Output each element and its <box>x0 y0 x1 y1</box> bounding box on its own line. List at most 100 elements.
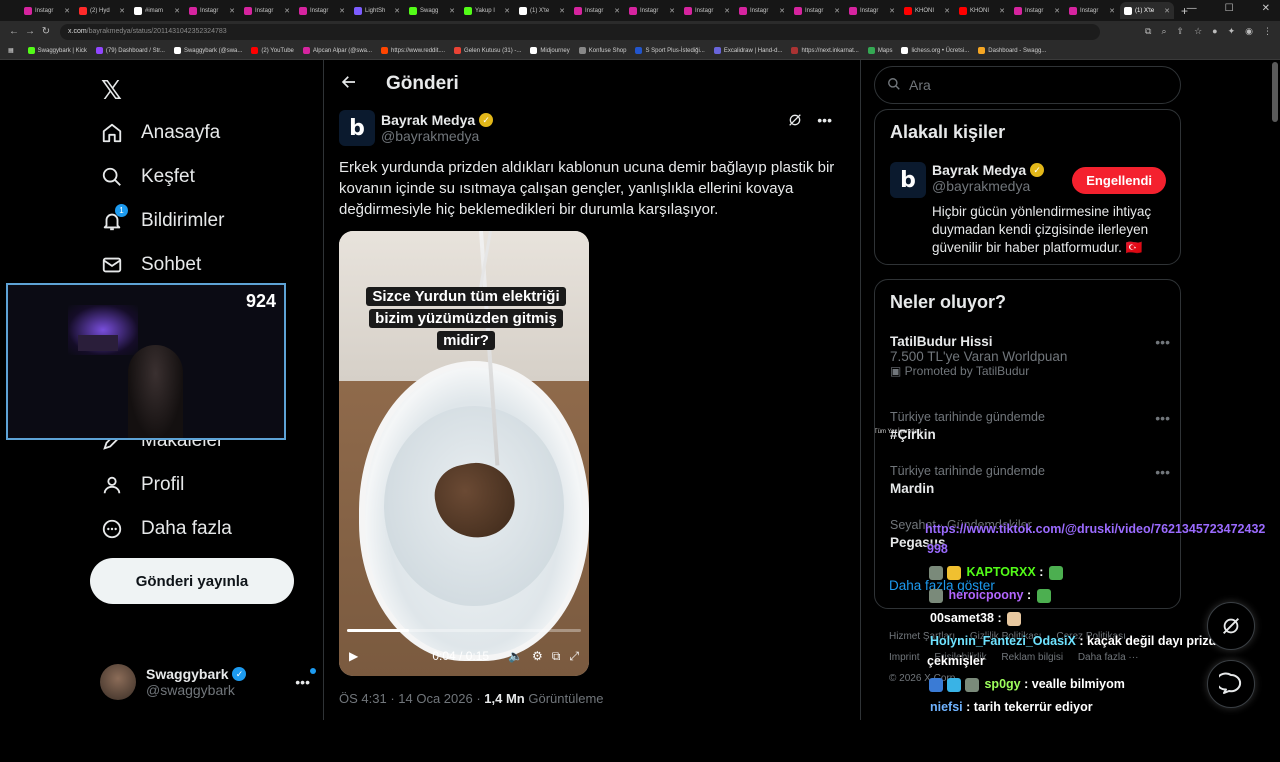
blocked-button[interactable]: Engellendi <box>1072 167 1166 194</box>
bookmark-item[interactable]: Swaggybark (@swa... <box>173 47 242 54</box>
close-window-icon[interactable]: ✕ <box>1262 3 1270 14</box>
page-scrollbar[interactable] <box>1272 62 1278 122</box>
browser-tab[interactable]: Yakup I ✕ <box>460 2 514 19</box>
author-avatar[interactable]: b <box>339 110 375 146</box>
minimize-icon[interactable]: — <box>1187 3 1197 14</box>
grok-fab[interactable] <box>1207 602 1255 650</box>
footer-link[interactable]: Imprint <box>889 652 920 663</box>
bookmark-star-icon[interactable]: ☆ <box>1194 26 1202 37</box>
post-button[interactable]: Gönderi yayınla <box>90 558 294 604</box>
browser-tab[interactable]: KHONI ✕ <box>955 2 1009 19</box>
trend-item[interactable]: Türkiye tarihinde gündemde #Çirkin ••• <box>890 410 1170 442</box>
related-avatar[interactable]: b <box>890 162 926 198</box>
post-author[interactable]: b Bayrak Medya ✓ @bayrakmedya <box>339 110 494 146</box>
tab-close-icon[interactable]: ✕ <box>284 7 290 15</box>
maximize-icon[interactable]: ☐ <box>1225 3 1234 14</box>
chat-username[interactable]: Holynin_Fantezi_OdasiX <box>930 634 1076 648</box>
tab-close-icon[interactable]: ✕ <box>669 7 675 15</box>
tab-close-icon[interactable]: ✕ <box>394 7 400 15</box>
more-dots-icon[interactable]: ••• <box>1155 334 1170 350</box>
browser-tab[interactable]: Instagr ✕ <box>185 2 239 19</box>
tab-close-icon[interactable]: ✕ <box>1164 7 1170 15</box>
bookmark-item[interactable]: Gelen Kutusu (31) -... <box>454 47 521 54</box>
fullscreen-icon[interactable]: ⤢ <box>569 649 579 664</box>
nav-item-more[interactable]: Daha fazla <box>100 514 232 544</box>
share-icon[interactable]: ⇪ <box>1177 26 1185 37</box>
bookmark-item[interactable]: S Sport Plus-İstediği... <box>635 47 705 54</box>
tab-close-icon[interactable]: ✕ <box>119 7 125 15</box>
chat-username[interactable]: KAPTORXX <box>966 565 1035 579</box>
browser-tab[interactable]: KHONI ✕ <box>900 2 954 19</box>
browser-tab[interactable]: Instagr ✕ <box>295 2 349 19</box>
post-time[interactable]: ÖS 4:31 <box>339 691 387 706</box>
bookmark-item[interactable]: lichess.org • Ücretsi... <box>901 47 969 54</box>
video-progress-bar[interactable] <box>347 629 581 632</box>
chat-username[interactable]: sp0gy <box>984 677 1020 691</box>
back-nav-icon[interactable]: ← <box>6 26 22 37</box>
browser-tab[interactable]: LightSh ✕ <box>350 2 404 19</box>
bookmark-item[interactable]: Midjourney <box>530 47 570 54</box>
tab-close-icon[interactable]: ✕ <box>1109 7 1115 15</box>
trend-item[interactable]: Türkiye tarihinde gündemde Mardin ••• <box>890 464 1170 496</box>
browser-tab[interactable]: (2) Hyd ✕ <box>75 2 129 19</box>
tab-close-icon[interactable]: ✕ <box>944 7 950 15</box>
chat-username[interactable]: 00samet38 <box>930 611 994 625</box>
browser-tab[interactable]: (1) X'te ✕ <box>1120 2 1174 19</box>
tab-close-icon[interactable]: ✕ <box>889 7 895 15</box>
forward-nav-icon[interactable]: → <box>22 26 38 37</box>
tab-close-icon[interactable]: ✕ <box>64 7 70 15</box>
browser-tab[interactable]: Instagr ✕ <box>735 2 789 19</box>
more-dots-icon[interactable]: ••• <box>295 668 316 690</box>
tab-close-icon[interactable]: ✕ <box>724 7 730 15</box>
tab-close-icon[interactable]: ✕ <box>834 7 840 15</box>
browser-tab[interactable]: (1) X'te ✕ <box>515 2 569 19</box>
install-icon[interactable]: ⧉ <box>1145 26 1151 37</box>
profile-icon[interactable]: ◉ <box>1245 26 1253 37</box>
tab-close-icon[interactable]: ✕ <box>614 7 620 15</box>
account-switcher[interactable]: Swaggybark ✓ @swaggybark ••• <box>100 660 316 704</box>
browser-tab[interactable]: Instagr ✕ <box>625 2 679 19</box>
extension-icon[interactable]: ● <box>1212 26 1217 37</box>
more-dots-icon[interactable]: ••• <box>817 112 832 131</box>
pip-icon[interactable]: ⧉ <box>552 649 561 664</box>
bookmark-item[interactable]: Konfuse Shop <box>578 47 626 54</box>
bookmark-item[interactable]: (79) Dashboard / Str... <box>95 47 165 54</box>
bookmark-item[interactable]: (2) YouTube <box>251 47 294 54</box>
x-logo-icon[interactable]: 𝕏 <box>101 76 122 106</box>
browser-tab[interactable]: Swagg ✕ <box>405 2 459 19</box>
bookmark-item[interactable]: https://next.inkarnat... <box>791 47 859 54</box>
tab-close-icon[interactable]: ✕ <box>339 7 345 15</box>
chat-fab[interactable] <box>1207 660 1255 708</box>
tab-close-icon[interactable]: ✕ <box>1054 7 1060 15</box>
browser-tab[interactable]: Instagr ✕ <box>845 2 899 19</box>
settings-gear-icon[interactable]: ⚙ <box>532 649 543 663</box>
back-arrow-icon[interactable] <box>340 73 360 96</box>
browser-tab[interactable]: Instagr ✕ <box>20 2 74 19</box>
reload-icon[interactable]: ↻ <box>38 26 54 37</box>
related-user[interactable]: b Bayrak Medya ✓ @bayrakmedya <box>890 162 1045 198</box>
trend-item[interactable]: TatilBudur Hissi 7.500 TL'ye Varan World… <box>890 334 1170 378</box>
tab-close-icon[interactable]: ✕ <box>449 7 455 15</box>
video-player[interactable]: Sizce Yurdun tüm elektriği bizim yüzümüz… <box>339 231 589 676</box>
chat-username[interactable]: niefsi <box>930 700 963 714</box>
browser-tab[interactable]: Instagr ✕ <box>1010 2 1064 19</box>
bookmark-item[interactable]: Alpcan Alpar (@swa... <box>302 47 372 54</box>
nav-item-home[interactable]: Anasayfa <box>100 118 220 148</box>
nav-item-explore[interactable]: Keşfet <box>100 162 195 192</box>
nav-item-notifications[interactable]: 1 Bildirimler <box>100 204 224 236</box>
nav-item-messages[interactable]: Sohbet <box>100 250 201 280</box>
tab-close-icon[interactable]: ✕ <box>504 7 510 15</box>
more-dots-icon[interactable]: ••• <box>1155 464 1170 480</box>
zoom-icon[interactable]: ⌕ <box>1161 26 1166 37</box>
volume-icon[interactable]: 🔈 <box>508 649 523 663</box>
grok-icon[interactable] <box>787 112 803 131</box>
puzzle-icon[interactable]: ✦ <box>1228 26 1236 37</box>
tab-close-icon[interactable]: ✕ <box>229 7 235 15</box>
tab-close-icon[interactable]: ✕ <box>779 7 785 15</box>
browser-tab[interactable]: Instagr ✕ <box>570 2 624 19</box>
more-dots-icon[interactable]: ••• <box>1155 410 1170 426</box>
browser-tab[interactable]: #imam ✕ <box>130 2 184 19</box>
tab-close-icon[interactable]: ✕ <box>559 7 565 15</box>
browser-tab[interactable]: Instagr ✕ <box>1065 2 1119 19</box>
nav-item-profile[interactable]: Profil <box>100 470 184 500</box>
